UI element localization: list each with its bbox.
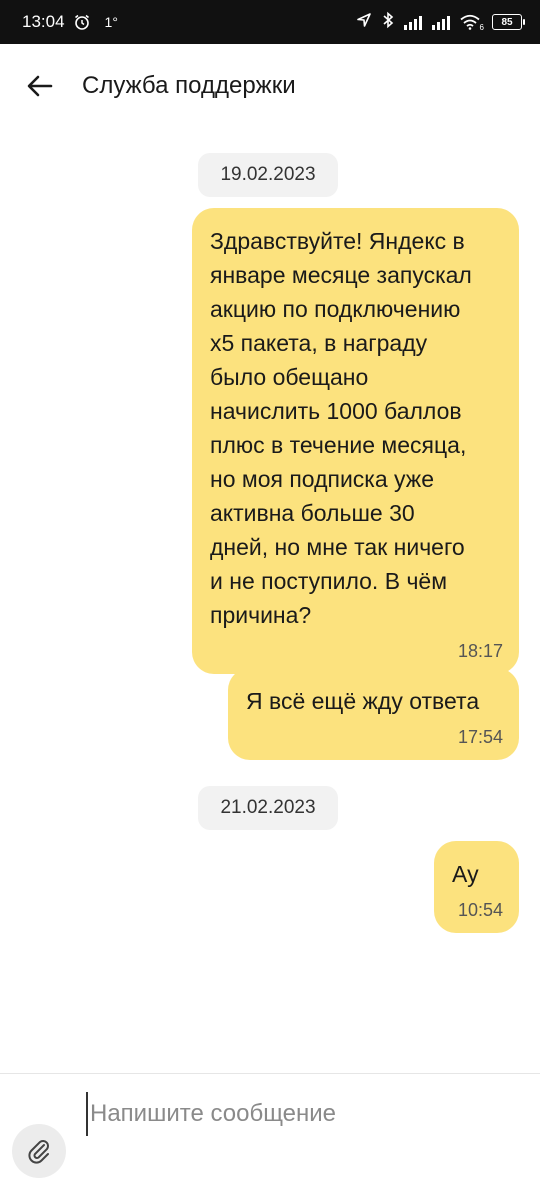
message-input[interactable] — [86, 1092, 516, 1136]
battery-icon: 85 — [492, 14, 525, 30]
message-text: Я всё ещё жду ответа — [246, 688, 480, 714]
message-bubble[interactable]: Ау 10:54 — [434, 841, 519, 933]
wifi-standard-label: 6 — [479, 23, 484, 32]
paperclip-icon — [28, 1140, 49, 1164]
status-left: 13:04 1° — [22, 12, 118, 32]
message-bubble[interactable]: Я всё ещё жду ответа 17:54 — [228, 668, 519, 760]
date-separator: 19.02.2023 — [198, 153, 338, 197]
back-button[interactable] — [0, 44, 80, 128]
message-time: 18:17 — [457, 641, 503, 661]
app-header: Служба поддержки — [0, 44, 540, 128]
chat-messages[interactable]: 19.02.2023 Здравствуйте! Яндекс в январе… — [0, 128, 540, 1073]
status-time: 13:04 — [22, 12, 65, 31]
cellular-signal-2-icon — [432, 14, 450, 30]
message-composer — [0, 1073, 540, 1200]
arrow-left-icon — [27, 75, 53, 97]
date-separator: 21.02.2023 — [198, 786, 338, 830]
message-text: Здравствуйте! Яндекс в январе месяце зап… — [210, 228, 472, 628]
location-icon — [356, 12, 372, 33]
weather-temperature: 1° — [104, 14, 118, 30]
message-time: 10:54 — [457, 900, 503, 920]
page-title: Служба поддержки — [82, 72, 296, 99]
message-bubble[interactable]: Здравствуйте! Яндекс в январе месяце зап… — [192, 208, 519, 674]
status-bar: 13:04 1° 6 85 — [0, 0, 540, 44]
attach-button[interactable] — [12, 1124, 66, 1178]
message-text: Ау — [452, 861, 479, 887]
status-right: 6 85 — [356, 11, 525, 34]
cellular-signal-1-icon — [404, 14, 422, 30]
alarm-clock-icon — [73, 13, 91, 31]
bluetooth-icon — [382, 11, 394, 34]
wifi-icon: 6 — [460, 14, 484, 32]
message-time: 17:54 — [457, 727, 503, 747]
